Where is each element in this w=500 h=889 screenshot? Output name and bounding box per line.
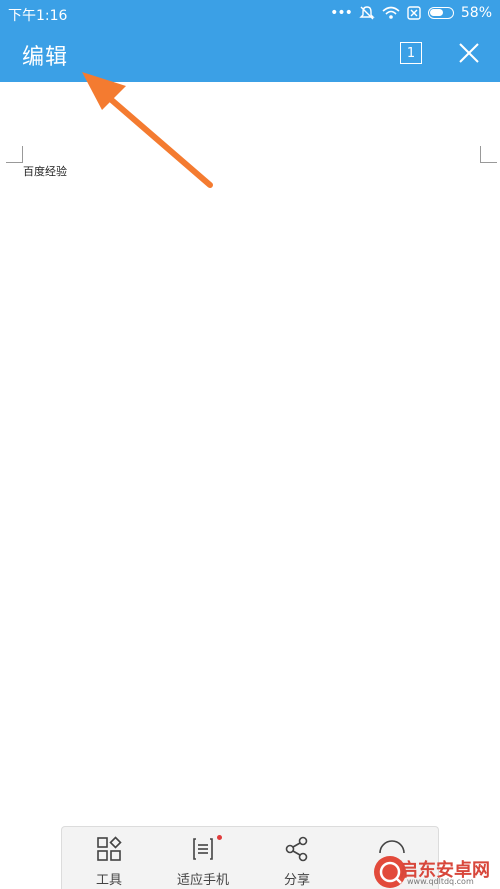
fit-phone-label: 适应手机 (176, 873, 229, 888)
tools-label: 工具 (95, 873, 122, 888)
share-icon (285, 836, 308, 862)
close-icon[interactable] (456, 40, 482, 66)
share-label: 分享 (283, 873, 310, 888)
document-page[interactable]: 百度经验 (0, 82, 500, 822)
top-toolbar: 编辑 1 (0, 26, 500, 82)
page-count-label: 1 (406, 45, 416, 61)
crop-mark-right (480, 146, 497, 163)
share-button[interactable]: 分享 (262, 835, 332, 888)
document-text: 百度经验 (23, 165, 67, 178)
wifi-icon (382, 6, 400, 19)
edit-button[interactable]: 编辑 (22, 39, 68, 71)
bell-muted-icon (359, 6, 375, 20)
status-bar: 下午1:16 ••• 58% (0, 0, 500, 26)
crop-mark-left (6, 146, 23, 163)
notification-dot (217, 835, 222, 840)
battery-percent: 58% (460, 5, 492, 21)
status-time: 下午1:16 (8, 8, 68, 24)
more-dots-icon: ••• (330, 5, 353, 21)
grid-tools-icon (97, 836, 122, 861)
sim-card-icon (407, 6, 421, 20)
fit-phone-button[interactable]: 适应手机 (168, 835, 238, 888)
page-count-button[interactable]: 1 (400, 42, 422, 64)
battery-icon (427, 7, 454, 19)
watermark-url: www.qdltdq.com (407, 877, 474, 886)
fit-phone-icon (193, 838, 213, 860)
tools-button[interactable]: 工具 (74, 835, 144, 888)
